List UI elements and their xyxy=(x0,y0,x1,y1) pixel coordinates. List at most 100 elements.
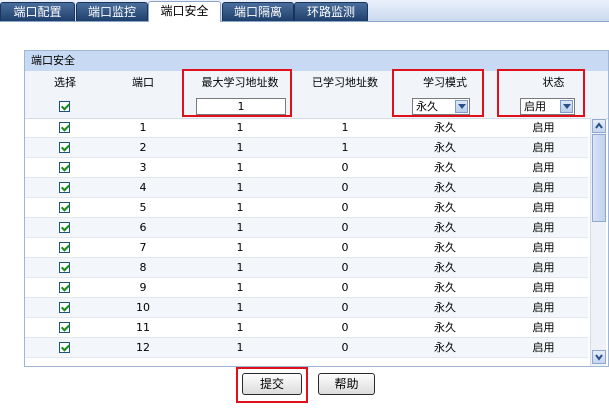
max-learn-cell: 1 xyxy=(236,121,244,134)
max-learn-cell: 1 xyxy=(236,181,244,194)
tab-label: 端口安全 xyxy=(160,4,209,18)
table-row: 10 1 0 永久 启用 xyxy=(25,298,588,318)
status-cell: 启用 xyxy=(532,221,555,234)
status-cell: 启用 xyxy=(532,181,555,194)
port-cell: 4 xyxy=(139,181,147,194)
select-all-checkbox[interactable] xyxy=(59,101,70,112)
highlight-max-learn xyxy=(182,69,292,117)
row-checkbox[interactable] xyxy=(59,142,70,153)
port-cell: 6 xyxy=(139,221,147,234)
port-cell: 12 xyxy=(136,341,150,354)
table-row: 9 1 0 永久 启用 xyxy=(25,278,588,298)
table-row: 2 1 1 永久 启用 xyxy=(25,138,588,158)
table-row: 4 1 0 永久 启用 xyxy=(25,178,588,198)
learned-cell: 0 xyxy=(341,321,349,334)
mode-cell: 永久 xyxy=(434,341,456,354)
row-checkbox[interactable] xyxy=(59,162,70,173)
row-checkbox[interactable] xyxy=(59,282,70,293)
max-learn-cell: 1 xyxy=(236,241,244,254)
help-button[interactable]: 帮助 xyxy=(318,373,375,395)
row-checkbox[interactable] xyxy=(59,202,70,213)
mode-cell: 永久 xyxy=(434,121,456,134)
row-checkbox[interactable] xyxy=(59,302,70,313)
learned-cell: 0 xyxy=(341,161,349,174)
max-learn-cell: 1 xyxy=(236,141,244,154)
header-select: 选择 xyxy=(25,71,105,96)
learned-cell: 0 xyxy=(341,281,349,294)
max-learn-cell: 1 xyxy=(236,341,244,354)
highlight-status xyxy=(497,69,585,117)
port-cell: 7 xyxy=(139,241,147,254)
port-cell: 8 xyxy=(139,261,147,274)
mode-cell: 永久 xyxy=(434,201,456,214)
mode-cell: 永久 xyxy=(434,281,456,294)
tab-label: 端口配置 xyxy=(13,5,62,19)
port-cell: 2 xyxy=(139,141,147,154)
status-cell: 启用 xyxy=(532,121,555,134)
scroll-up-button[interactable] xyxy=(592,119,606,133)
status-cell: 启用 xyxy=(532,281,555,294)
submit-button[interactable]: 提交 xyxy=(242,373,302,395)
port-cell: 3 xyxy=(139,161,147,174)
status-cell: 启用 xyxy=(532,161,555,174)
chevron-down-icon xyxy=(595,354,603,361)
max-learn-cell: 1 xyxy=(236,161,244,174)
row-checkbox[interactable] xyxy=(59,122,70,133)
tab-port-monitor[interactable]: 端口监控 xyxy=(76,2,148,21)
tab-port-config[interactable]: 端口配置 xyxy=(0,2,75,21)
port-cell: 1 xyxy=(139,121,147,134)
port-cell: 5 xyxy=(139,201,147,214)
scroll-thumb[interactable] xyxy=(592,134,606,222)
table-row: 11 1 0 永久 启用 xyxy=(25,318,588,338)
header-port: 端口 xyxy=(105,71,181,96)
table-row: 5 1 0 永久 启用 xyxy=(25,198,588,218)
table-row: 6 1 0 永久 启用 xyxy=(25,218,588,238)
status-cell: 启用 xyxy=(532,261,555,274)
row-checkbox[interactable] xyxy=(59,322,70,333)
header-learned: 已学习地址数 xyxy=(299,71,391,96)
learned-cell: 1 xyxy=(341,121,349,134)
learned-cell: 1 xyxy=(341,141,349,154)
highlight-learn-mode xyxy=(392,69,484,117)
row-checkbox[interactable] xyxy=(59,242,70,253)
scroll-down-button[interactable] xyxy=(592,350,606,364)
tab-loop-detect[interactable]: 环路监测 xyxy=(294,2,368,21)
max-learn-cell: 1 xyxy=(236,301,244,314)
mode-cell: 永久 xyxy=(434,241,456,254)
table-row: 3 1 0 永久 启用 xyxy=(25,158,588,178)
table-row: 8 1 0 永久 启用 xyxy=(25,258,588,278)
row-checkbox[interactable] xyxy=(59,262,70,273)
learned-cell: 0 xyxy=(341,221,349,234)
tab-port-isolation[interactable]: 端口隔离 xyxy=(222,2,294,21)
tab-port-security[interactable]: 端口安全 xyxy=(148,1,221,22)
learned-cell: 0 xyxy=(341,201,349,214)
chevron-up-icon xyxy=(595,122,603,129)
status-cell: 启用 xyxy=(532,341,555,354)
mode-cell: 永久 xyxy=(434,181,456,194)
learned-cell: 0 xyxy=(341,241,349,254)
mode-cell: 永久 xyxy=(434,161,456,174)
row-checkbox[interactable] xyxy=(59,182,70,193)
mode-cell: 永久 xyxy=(434,301,456,314)
max-learn-cell: 1 xyxy=(236,201,244,214)
mode-cell: 永久 xyxy=(434,141,456,154)
status-cell: 启用 xyxy=(532,201,555,214)
mode-cell: 永久 xyxy=(434,321,456,334)
learned-cell: 0 xyxy=(341,341,349,354)
tab-label: 环路监测 xyxy=(306,5,355,19)
status-cell: 启用 xyxy=(532,301,555,314)
table-row: 12 1 0 永久 启用 xyxy=(25,338,588,358)
row-checkbox[interactable] xyxy=(59,342,70,353)
panel-title: 端口安全 xyxy=(25,51,608,71)
row-checkbox[interactable] xyxy=(59,222,70,233)
mode-cell: 永久 xyxy=(434,261,456,274)
tab-bar: 端口配置 端口监控 端口安全 端口隔离 环路监测 xyxy=(0,0,609,22)
mode-cell: 永久 xyxy=(434,221,456,234)
status-cell: 启用 xyxy=(532,241,555,254)
port-cell: 10 xyxy=(136,301,150,314)
port-table-body: 1 1 1 永久 启用 2 1 1 永久 启用 3 1 0 永久 启用 4 1 … xyxy=(25,118,588,366)
max-learn-cell: 1 xyxy=(236,321,244,334)
table-row: 7 1 0 永久 启用 xyxy=(25,238,588,258)
port-cell: 11 xyxy=(136,321,150,334)
table-scrollbar[interactable] xyxy=(590,118,606,366)
